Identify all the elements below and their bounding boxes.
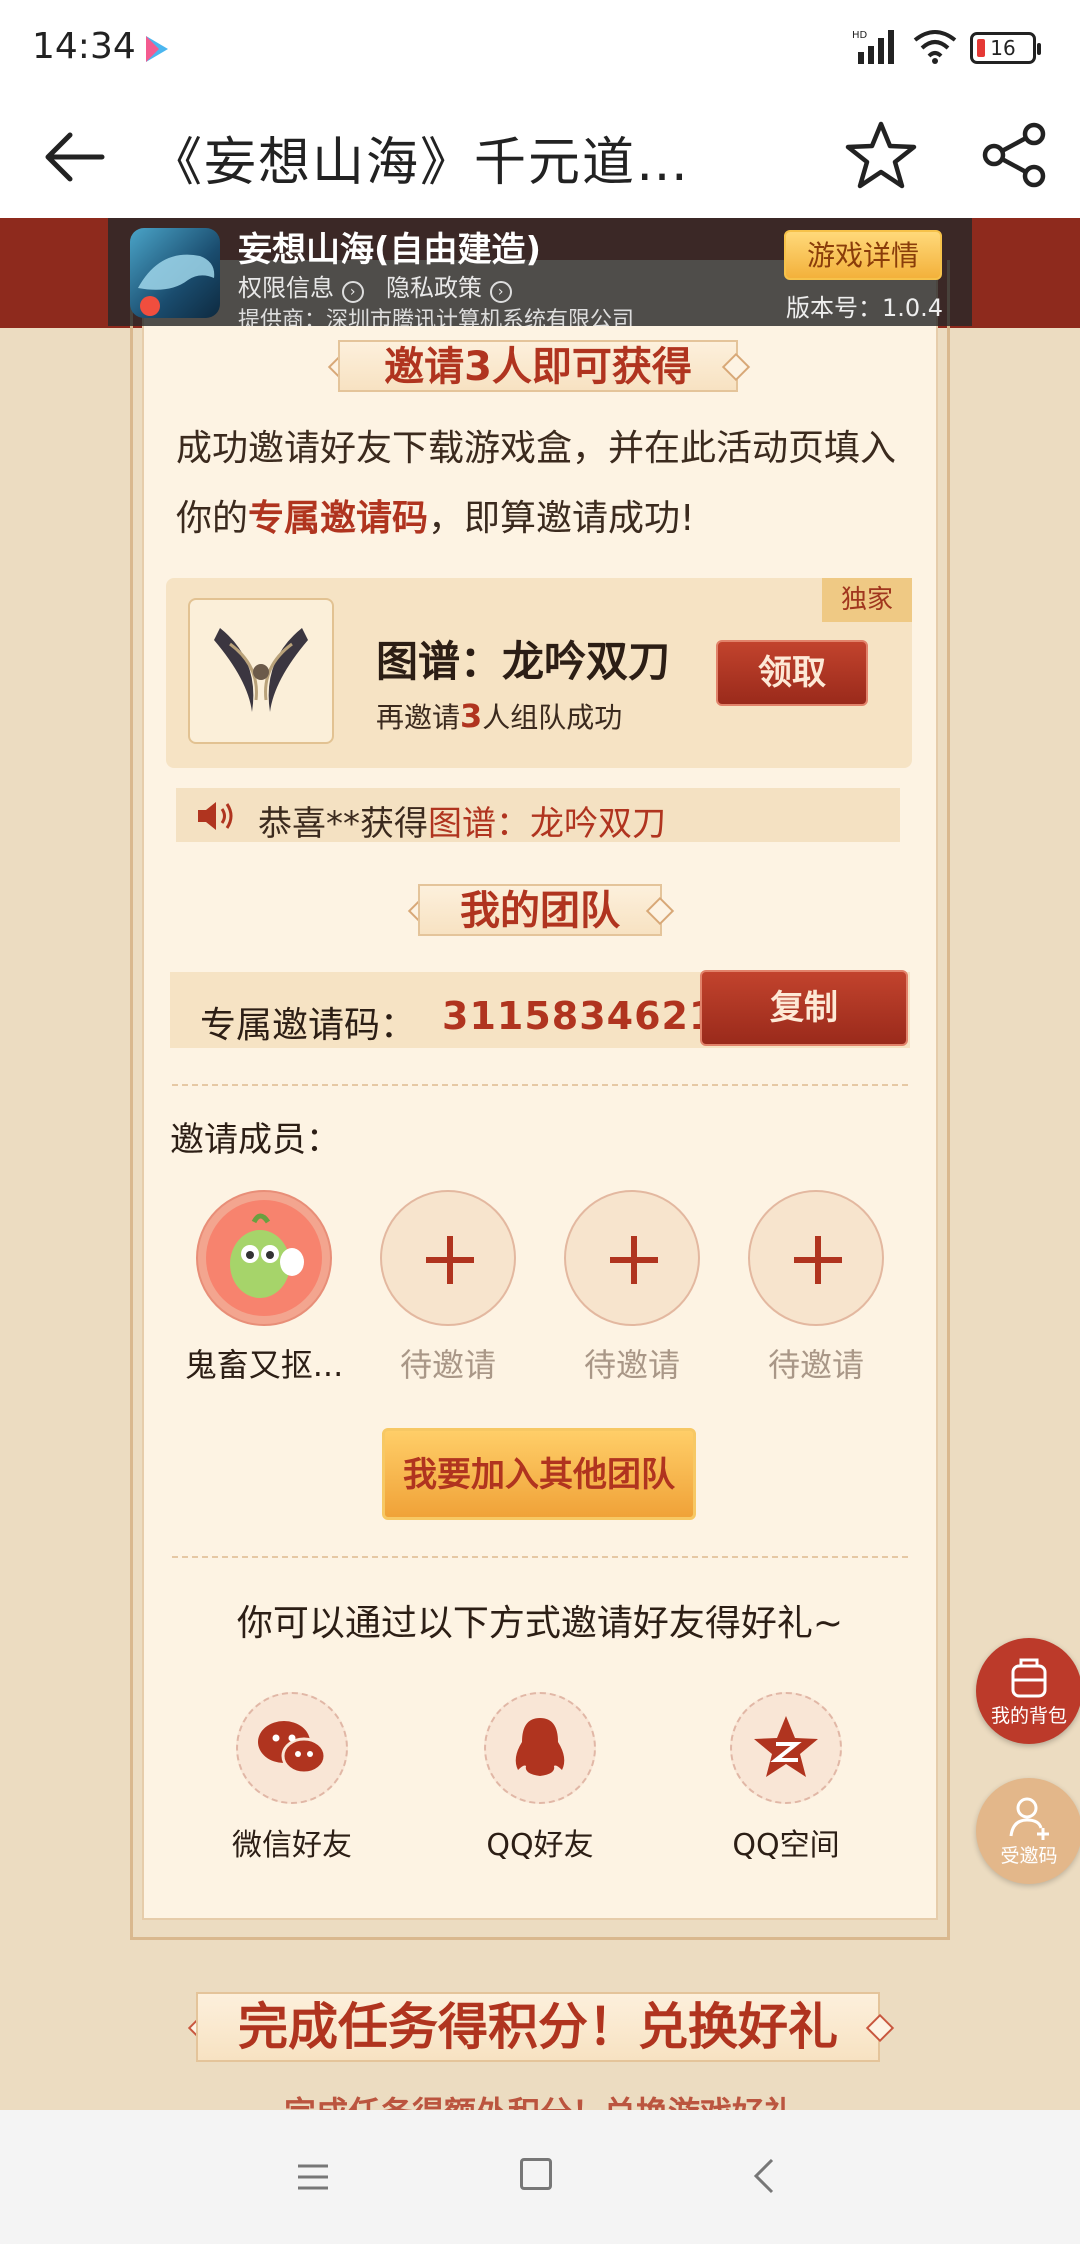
permissions-link[interactable]: 权限信息 › [238,268,364,303]
invite-code-value: 3115834621 [442,994,717,1038]
status-bar: 14:34 HD 16 [0,0,1080,96]
invite-goal-header: 邀请3人即可获得 [338,340,738,392]
qq-icon-circle[interactable] [484,1692,596,1804]
system-back-icon[interactable] [748,2156,778,2196]
backpack-icon [1011,1658,1047,1698]
claim-button[interactable]: 领取 [716,640,868,706]
user-add-icon [1009,1797,1049,1840]
my-backpack-button[interactable]: 我的背包 [976,1638,1080,1744]
invite-code-row: 专属邀请码： 3115834621 复制 [170,970,910,1048]
privacy-label: 隐私政策 [386,274,482,302]
exclusive-badge: 独家 [822,578,912,622]
reward-name: 图谱：龙吟双刀 [376,637,671,686]
app-provider: 提供商：深圳市腾讯计算机系统有限公司 [238,308,635,326]
game-detail-button[interactable]: 游戏详情 [784,230,942,280]
app-info-bar: 妄想山海(自由建造) 权限信息 › 隐私政策 › 提供商：深圳市腾讯计算机系统有… [108,218,972,326]
clock: 14:34 [32,26,136,67]
qzone-icon [754,1716,818,1777]
home-button[interactable] [520,2158,552,2190]
reward-sub-count: 3 [460,697,483,735]
backpack-label: 我的背包 [990,1705,1067,1727]
avatar-icon [206,1200,322,1316]
app-name: 妄想山海(自由建造) [238,230,542,270]
copy-button[interactable]: 复制 [700,970,908,1046]
plus-icon [610,1236,658,1284]
my-team-header: 我的团队 [418,884,662,936]
member-avatar [196,1190,332,1326]
join-other-team-button[interactable]: 我要加入其他团队 [382,1428,696,1520]
invite-slot-circle[interactable] [564,1190,700,1326]
reward-image [188,598,334,744]
permissions-label: 权限信息 [238,274,334,302]
invite-code-label: 专属邀请码： [200,1005,417,1046]
chevron-right-icon: › [489,281,512,303]
plus-icon [426,1236,474,1284]
invite-slot-circle[interactable] [380,1190,516,1326]
invited-code-button[interactable]: 受邀码 [976,1778,1080,1884]
marquee-text: 恭喜**获得图谱：龙吟双刀 [258,796,666,845]
app-version: 版本号：1.0.4 [786,294,944,322]
recents-menu-icon[interactable] [296,2160,330,2194]
reward-condition: 再邀请3人组队成功 [376,696,622,736]
share-label: QQ空间 [732,1828,840,1863]
members-label: 邀请成员： [170,1120,340,1160]
battery-indicator: 16 [970,32,1041,64]
chevron-right-icon: › [341,281,364,303]
divider [172,1556,908,1558]
wechat-icon-circle[interactable] [236,1692,348,1804]
tasks-subtitle: 完成任务得额外积分！兑换游戏好礼 [0,2088,1080,2110]
plus-icon [794,1236,842,1284]
share-hint: 你可以通过以下方式邀请好友得好礼~ [236,1603,844,1644]
reward-sub-prefix: 再邀请 [376,701,461,734]
winner-marquee: 恭喜**获得图谱：龙吟双刀 [176,788,900,845]
wechat-icon [258,1721,327,1775]
desc-highlight: 专属邀请码 [248,498,429,539]
wifi-icon [913,30,957,64]
share-label: 微信好友 [232,1828,352,1863]
share-label: QQ好友 [486,1828,594,1863]
marquee-prefix: 恭喜**获得 [258,804,428,844]
invite-slot-circle[interactable] [748,1190,884,1326]
star-icon[interactable] [844,118,918,192]
signal-icon: HD [852,30,894,64]
app-logo[interactable] [130,228,220,318]
qzone-icon-circle[interactable] [730,1692,842,1804]
reward-sub-suffix: 人组队成功 [482,701,623,734]
pending-label: 待邀请 [583,1346,680,1384]
invite-description: 成功邀请好友下载游戏盒，并在此活动页填入你的专属邀请码，即算邀请成功! [176,414,916,554]
qq-icon [515,1718,565,1776]
pending-label: 待邀请 [767,1346,864,1384]
whale-logo-icon [138,254,215,316]
twin-blades-icon [214,628,308,712]
svg-text:HD: HD [852,30,868,41]
page-title: 《妄想山海》千元道… [150,133,691,193]
marquee-item: 图谱：龙吟双刀 [428,804,666,844]
reward-box: 图谱：龙吟双刀 再邀请3人组队成功 领取 独家 [166,578,912,768]
play-store-icon [146,36,168,62]
system-nav-bar [0,2110,1080,2244]
invited-code-label: 受邀码 [1000,1845,1058,1867]
desc-part2: ，即算邀请成功! [428,498,695,539]
speaker-icon [198,802,233,830]
divider [172,1084,908,1086]
member-name: 鬼畜又抠... [184,1346,344,1384]
privacy-link[interactable]: 隐私政策 › [386,268,512,303]
top-nav-bar: 《妄想山海》千元道… [0,96,1080,218]
share-icon[interactable] [980,120,1050,190]
pending-label: 待邀请 [399,1346,496,1384]
tasks-banner: 完成任务得积分！兑换好礼 [196,1992,880,2062]
back-arrow-icon[interactable] [40,122,110,192]
